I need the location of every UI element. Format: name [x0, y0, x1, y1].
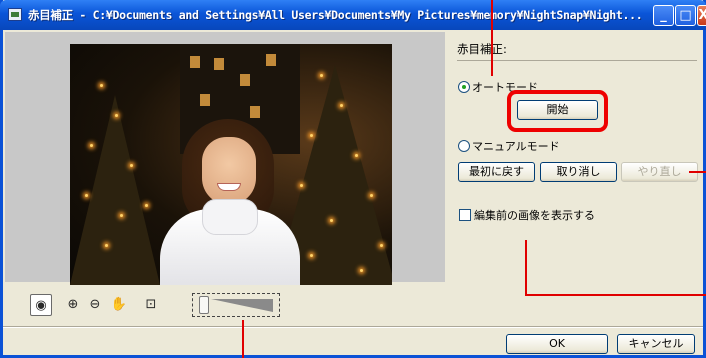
redo-button[interactable]: やり直し	[621, 162, 698, 182]
reset-button[interactable]: 最初に戻す	[458, 162, 535, 182]
callout-line-redo	[689, 171, 706, 173]
show-original-label: 編集前の画像を表示する	[474, 209, 595, 222]
zoom-slider-track	[211, 299, 273, 312]
callout-line-top	[491, 0, 493, 76]
radio-unchecked-icon[interactable]	[458, 140, 470, 152]
app-icon	[8, 8, 22, 21]
red-eye-tool-icon[interactable]: ◉	[30, 294, 52, 316]
photo-preview[interactable]	[70, 44, 392, 285]
show-original-checkbox[interactable]: 編集前の画像を表示する	[459, 207, 595, 223]
cancel-button[interactable]: キャンセル	[617, 334, 695, 354]
group-title: 赤目補正:	[457, 42, 507, 56]
ok-button[interactable]: OK	[506, 334, 608, 354]
undo-button[interactable]: 取り消し	[540, 162, 617, 182]
callout-line-preview-bottom	[525, 294, 706, 296]
zoom-out-icon[interactable]: ⊖	[84, 294, 106, 316]
footer-divider	[3, 326, 703, 328]
zoom-slider[interactable]	[192, 293, 280, 317]
callout-line-preview-left	[525, 240, 527, 296]
checkbox-box[interactable]	[459, 209, 471, 221]
minimize-button[interactable]: _	[653, 5, 674, 26]
group-divider	[457, 60, 697, 61]
hand-pan-icon[interactable]: ✋	[108, 294, 130, 316]
maximize-button[interactable]: □	[675, 5, 696, 26]
zoom-slider-thumb[interactable]	[199, 296, 209, 314]
callout-line-zoom	[242, 320, 244, 358]
person-subject	[160, 119, 300, 285]
close-button[interactable]: X	[697, 5, 706, 26]
manual-mode-radio[interactable]: マニュアルモード	[458, 138, 560, 154]
fit-to-window-icon[interactable]: ⊡	[140, 294, 162, 316]
radio-checked-icon[interactable]	[458, 81, 470, 93]
start-button-callout-highlight	[507, 90, 608, 132]
manual-mode-label: マニュアルモード	[472, 140, 560, 153]
window-title: 赤目補正 - C:¥Documents and Settings¥All Use…	[28, 8, 643, 22]
title-bar[interactable]: 赤目補正 - C:¥Documents and Settings¥All Use…	[0, 0, 706, 30]
zoom-in-icon[interactable]: ⊕	[62, 294, 84, 316]
